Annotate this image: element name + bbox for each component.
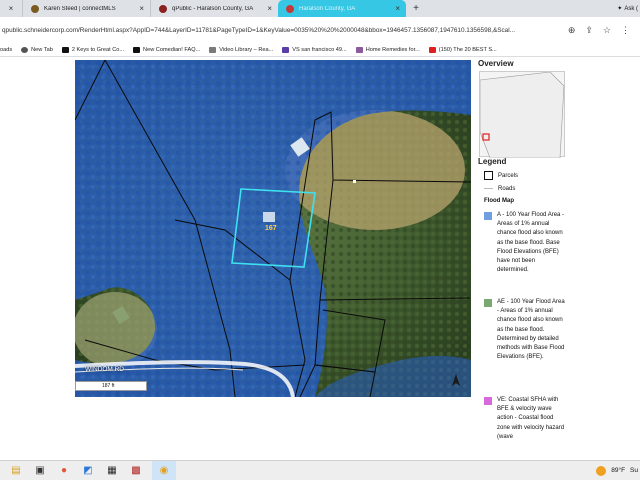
flood-zone-ae-item: AE - 100 Year Flood Area - Areas of 1% a… (484, 298, 568, 362)
zoom-icon[interactable]: ⊕ (568, 25, 576, 36)
bookmark-label: New Comedian! FAQ... (143, 47, 201, 53)
overview-map[interactable] (479, 71, 566, 159)
ask-label: Ask ( (624, 5, 638, 12)
close-tab-icon[interactable]: × (139, 4, 144, 13)
bookmark-youtube[interactable]: (150) The 20 BEST S... (428, 47, 497, 53)
overview-title: Overview (478, 59, 514, 68)
photo-icon[interactable]: ▣ (32, 463, 48, 479)
gallery-icon[interactable]: ◩ (80, 463, 96, 479)
road-label: WINDOM RD (85, 366, 124, 373)
scale-label: 187 ft (102, 383, 115, 389)
legend-label: Roads (498, 185, 516, 192)
app-icon[interactable]: ▩ (128, 463, 144, 479)
flood-map-title: Flood Map (484, 198, 514, 204)
flood-zone-a-item: A - 100 Year Flood Area - Areas of 1% an… (484, 211, 568, 275)
bookmark-favicon-icon (355, 47, 363, 53)
marker-dot (353, 180, 356, 183)
bookmark-new-comedian[interactable]: New Comedian! FAQ... (133, 47, 200, 53)
tab-spacer (426, 0, 617, 17)
star-icon[interactable]: ☆ (603, 25, 611, 36)
share-icon[interactable]: ⇪ (585, 25, 593, 36)
taskbar: ▤ ▣ ● ◩ ▦ ▩ ◉ 89°F Su (0, 460, 640, 480)
bookmark-vs-49ers[interactable]: VS san francisco 49... (282, 47, 347, 53)
close-tab-icon[interactable]: × (0, 0, 22, 17)
flood-zone-text: VE: Coastal SFHA with BFE & velocity wav… (497, 397, 565, 440)
weather-sun-icon (596, 465, 607, 476)
flood-zone-text: A - 100 Year Flood Area - Areas of 1% an… (497, 212, 565, 274)
new-tab-button[interactable]: + (406, 0, 426, 17)
chrome-icon[interactable]: ◉ (152, 460, 176, 480)
close-tab-icon[interactable]: × (267, 4, 272, 13)
legend-title: Legend (478, 157, 507, 166)
tab-connectmls[interactable]: Karen Steed | connectMLS × (22, 0, 150, 17)
scale-bar: 187 ft (75, 381, 147, 391)
weather-temperature[interactable]: 89°F (611, 467, 625, 474)
file-explorer-icon[interactable]: ▤ (8, 463, 24, 479)
tab-haralson-county[interactable]: Haralson County, GA × (278, 0, 406, 17)
tab-qpublic[interactable]: qPublic - Haralson County, GA × (150, 0, 278, 17)
map-viewer[interactable]: 167 WINDOM RD (75, 60, 471, 397)
url-text[interactable]: qpublic.schneidercorp.com/RenderHtml.asp… (2, 27, 558, 34)
tab-bar: × Karen Steed | connectMLS × qPublic - H… (0, 0, 640, 17)
bookmark-label: Home Remedies for... (365, 47, 420, 53)
ask-button[interactable]: ✦ Ask ( (617, 0, 640, 17)
address-bar[interactable]: qpublic.schneidercorp.com/RenderHtml.asp… (0, 17, 640, 44)
tab-title: Haralson County, GA (299, 5, 356, 12)
bookmark-label: (150) The 20 BEST S... (438, 47, 497, 53)
bookmark-video-library[interactable]: Video Library – Rea... (209, 47, 273, 53)
roads-swatch (484, 184, 493, 193)
youtube-icon (428, 47, 436, 53)
duckduckgo-icon[interactable]: ● (56, 463, 72, 479)
bookmark-downloads[interactable]: oads (0, 47, 12, 53)
sparkle-icon: ✦ (617, 6, 623, 12)
parcel-number-label: 167 (265, 225, 277, 232)
side-panel: Overview Legend Parcels Roads Flood Map … (473, 57, 569, 460)
bookmark-label: Video Library – Rea... (219, 47, 274, 53)
tab-favicon-icon (286, 4, 294, 13)
weather-extra: Su (630, 467, 638, 474)
bookmark-home-remedies[interactable]: Home Remedies for... (355, 47, 420, 53)
bookmark-new-tab[interactable]: New Tab (21, 47, 53, 53)
tab-title: Karen Steed | connectMLS (44, 5, 116, 12)
map-canvas[interactable]: 167 (75, 60, 471, 397)
bookmark-favicon-icon (209, 47, 217, 53)
bookmark-favicon-icon (282, 47, 290, 53)
legend-item-roads: Roads (484, 184, 515, 193)
bookmark-label: 2 Keys to Great Co... (71, 47, 125, 53)
flood-ve-swatch (484, 397, 492, 405)
tab-title: qPublic - Haralson County, GA (172, 5, 254, 12)
legend-item-parcels: Parcels (484, 171, 518, 180)
bookmark-label: New Tab (31, 47, 53, 53)
flood-a-swatch (484, 212, 492, 220)
browser-window: × Karen Steed | connectMLS × qPublic - H… (0, 0, 640, 480)
tab-favicon-icon (31, 4, 39, 13)
store-icon[interactable]: ▦ (104, 463, 120, 479)
bookmark-favicon-icon (61, 47, 69, 53)
legend-label: Parcels (498, 172, 519, 179)
bookmark-favicon-icon (133, 47, 141, 53)
flood-ae-swatch (484, 299, 492, 307)
close-tab-icon[interactable]: × (395, 4, 400, 13)
bookmark-label: VS san francisco 49... (292, 47, 347, 53)
tab-favicon-icon (159, 4, 167, 13)
flood-zone-ve-item: VE: Coastal SFHA with BFE & velocity wav… (484, 396, 568, 442)
menu-icon[interactable]: ⋮ (621, 25, 630, 36)
building-house (263, 212, 275, 222)
globe-icon (21, 47, 29, 53)
bookmark-label: oads (0, 47, 13, 53)
county-outline (479, 71, 565, 159)
parcels-swatch (484, 171, 493, 180)
flood-zone-text: AE - 100 Year Flood Area - Areas of 1% a… (497, 299, 565, 361)
bookmarks-bar: oads New Tab 2 Keys to Great Co... New C… (0, 44, 640, 57)
bookmark-2-keys[interactable]: 2 Keys to Great Co... (61, 47, 125, 53)
overview-canvas[interactable] (479, 71, 566, 159)
